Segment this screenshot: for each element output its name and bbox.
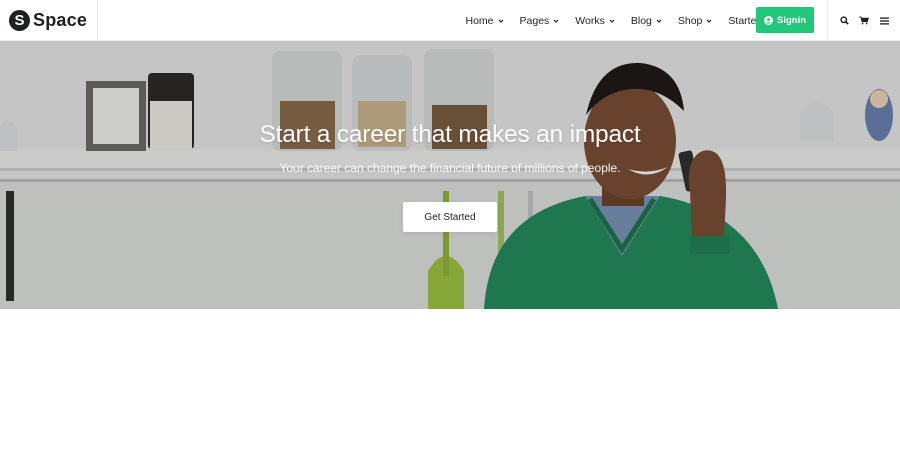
- cart-icon: [859, 16, 869, 25]
- nav-item-label: Blog: [630, 14, 652, 27]
- signin-label: Signin: [776, 14, 807, 26]
- get-started-button[interactable]: Get Started: [403, 202, 497, 232]
- menu-button[interactable]: [877, 14, 891, 28]
- hero-subtitle: Your career can change the financial fut…: [279, 161, 621, 175]
- nav-item-blog[interactable]: Blog: [623, 0, 670, 41]
- chevron-down-icon: [553, 19, 559, 23]
- chevron-down-icon: [707, 19, 712, 23]
- chevron-down-icon: [656, 19, 662, 23]
- chevron-down-icon: [498, 19, 503, 23]
- nav-item-label: Shop: [677, 14, 703, 27]
- nav-item-pages[interactable]: Pages: [512, 0, 568, 41]
- nav-item-shop[interactable]: Shop: [670, 0, 721, 41]
- signin-button[interactable]: Signin: [756, 7, 814, 33]
- logo-mark: S: [9, 10, 30, 31]
- hero-section: Start a career that makes an impact Your…: [0, 41, 900, 309]
- nav-item-home[interactable]: Home: [458, 0, 512, 41]
- site-header: S Space Home Pages Works Blog Shop Start…: [0, 0, 900, 41]
- chevron-down-icon: [609, 19, 615, 23]
- user-circle-icon: [763, 15, 773, 25]
- brand-logo[interactable]: S Space: [0, 0, 98, 41]
- main-nav: Home Pages Works Blog Shop Starter: [458, 0, 767, 41]
- nav-item-label: Home: [465, 14, 494, 27]
- header-tools: [827, 0, 900, 41]
- nav-item-label: Pages: [519, 14, 550, 27]
- hero-title: Start a career that makes an impact: [259, 121, 641, 148]
- logo-text: Space: [33, 10, 88, 30]
- cart-button[interactable]: [857, 14, 871, 28]
- hero-overlay: [0, 41, 900, 309]
- nav-item-works[interactable]: Works: [568, 0, 624, 41]
- search-icon: [839, 16, 849, 25]
- search-button[interactable]: [837, 14, 851, 28]
- nav-item-label: Works: [575, 14, 605, 27]
- menu-icon: [879, 16, 889, 25]
